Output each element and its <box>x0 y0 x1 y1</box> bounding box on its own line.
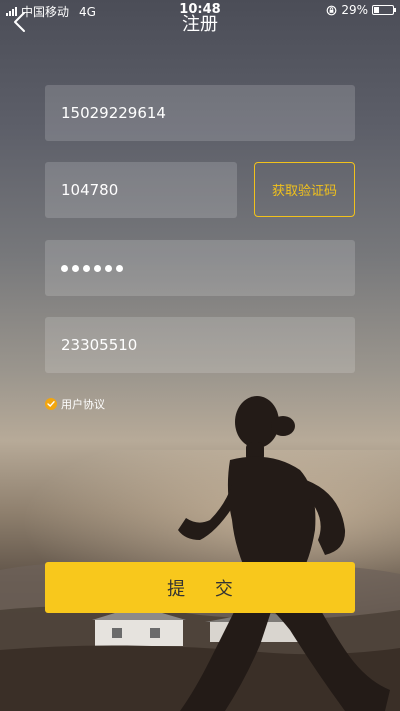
password-dots <box>61 264 123 272</box>
submit-button[interactable]: 提 交 <box>45 562 355 613</box>
password-field[interactable] <box>45 240 355 296</box>
page-title: 注册 <box>182 14 218 35</box>
runner-silhouette <box>178 396 390 711</box>
verification-code-value: 104780 <box>61 181 119 199</box>
user-agreement[interactable]: 用户协议 <box>45 396 105 412</box>
password-dot <box>72 264 79 272</box>
check-circle-icon[interactable] <box>45 398 57 410</box>
password-dot <box>61 264 68 272</box>
phone-value: 15029229614 <box>61 104 166 122</box>
phone-field[interactable]: 15029229614 <box>45 85 355 141</box>
password-dot <box>94 264 101 272</box>
password-dot <box>116 264 123 272</box>
password-dot <box>105 264 112 272</box>
invite-code-field[interactable]: 23305510 <box>45 317 355 373</box>
invite-code-value: 23305510 <box>61 336 138 354</box>
get-code-button[interactable]: 获取验证码 <box>254 162 355 217</box>
verification-code-field[interactable]: 104780 <box>45 162 237 218</box>
user-agreement-label[interactable]: 用户协议 <box>61 396 105 412</box>
password-dot <box>83 264 90 272</box>
